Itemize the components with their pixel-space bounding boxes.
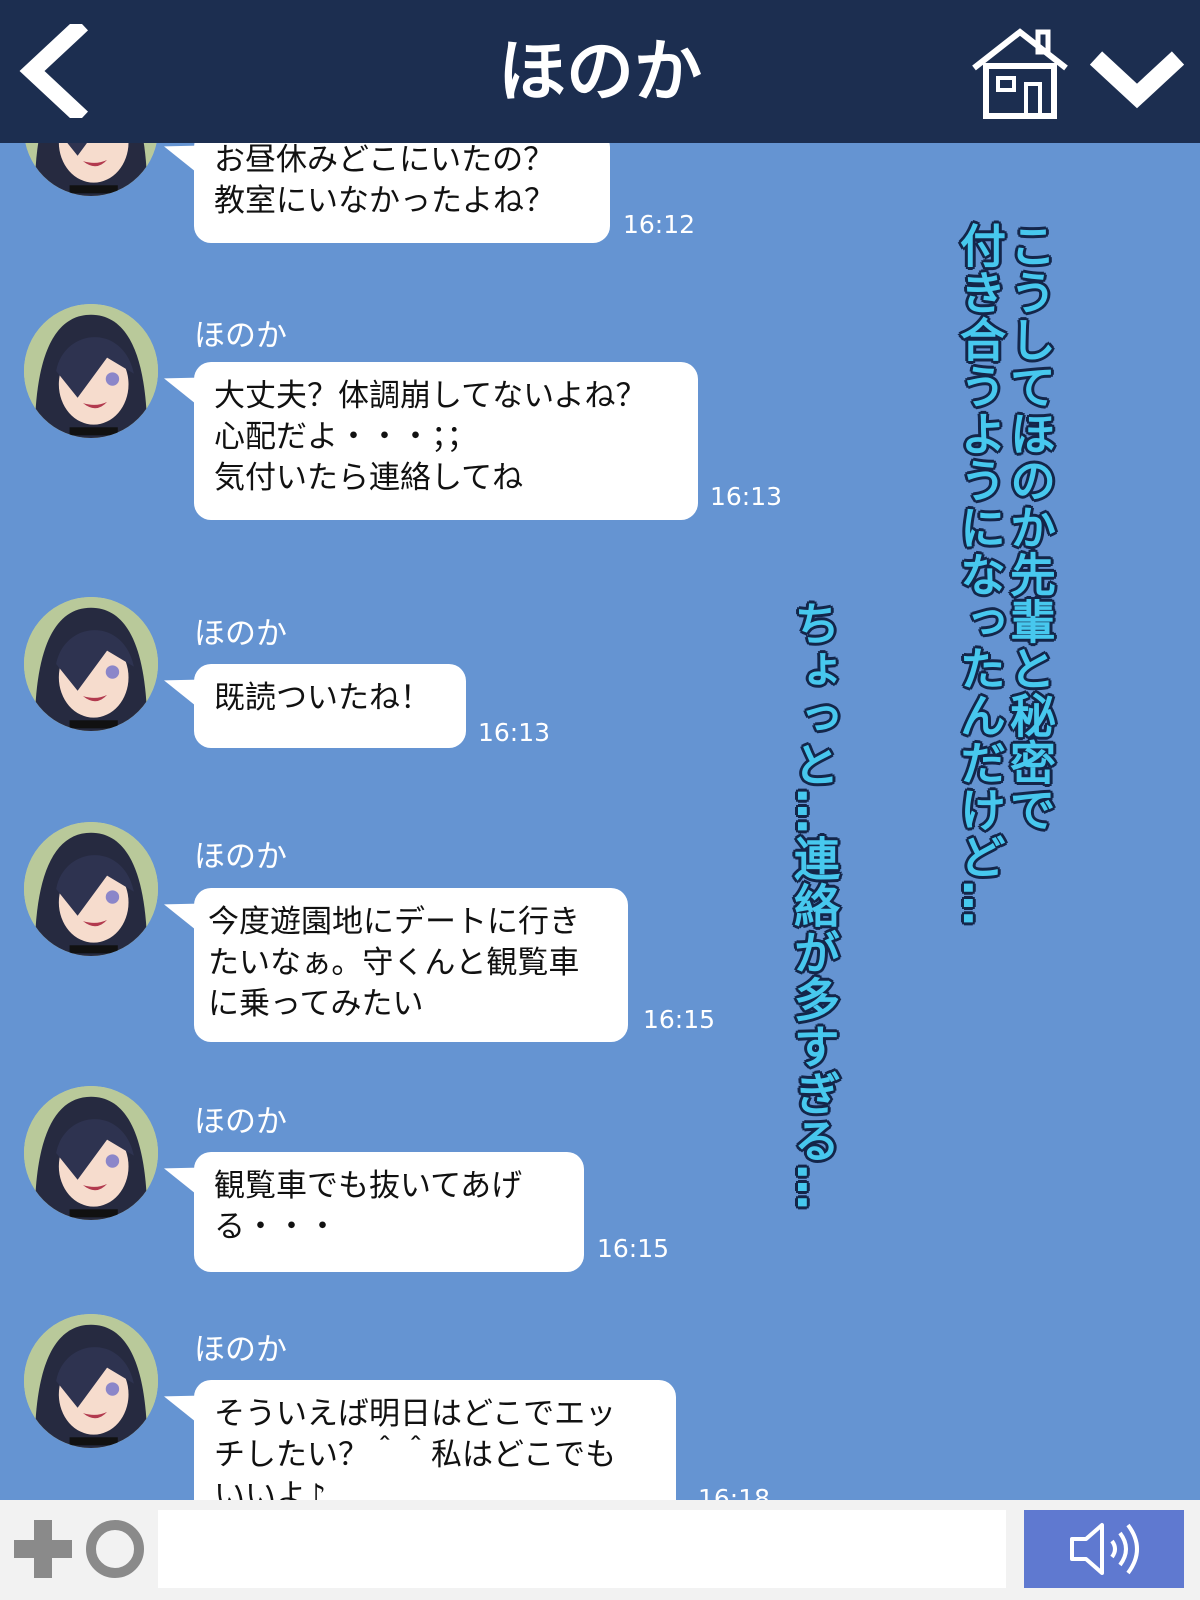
message-line: る・・・ <box>214 1209 338 1245</box>
chevron-left-icon[interactable] <box>18 24 88 118</box>
message-time: 16:15 <box>597 1234 670 1263</box>
avatar[interactable] <box>24 1314 158 1448</box>
avatar[interactable] <box>24 304 158 438</box>
chat-header: ほのか <box>0 0 1200 143</box>
plus-icon[interactable] <box>12 1518 74 1580</box>
message-line: たいなぁ。守くんと観覧車 <box>208 945 580 981</box>
home-icon[interactable] <box>968 26 1072 120</box>
avatar[interactable] <box>24 597 158 731</box>
message-bubble[interactable]: 大丈夫？体調崩してないよね？ 心配だよ・・・；； 気付いたら連絡してね <box>194 362 698 520</box>
sender-name: ほのか <box>194 1332 287 1368</box>
message-line: チしたい？＾＾私はどこでも <box>214 1437 617 1473</box>
message-line: 今度遊園地にデートに行き <box>208 904 580 940</box>
message-bubble[interactable]: お昼休みどこにいたの？ 教室にいなかったよね？ <box>194 130 610 243</box>
message-line: 既読ついたね！ <box>214 680 431 716</box>
avatar-image <box>24 1314 158 1448</box>
avatar-image <box>24 1086 158 1220</box>
message-bubble[interactable]: 観覧車でも抜いてあげ る・・・ <box>194 1152 584 1272</box>
message-line: そういえば明日はどこでエッ <box>214 1396 617 1432</box>
input-bar <box>0 1500 1200 1600</box>
message-time: 16:13 <box>710 482 783 511</box>
message-time: 16:13 <box>478 718 551 747</box>
message-time: 16:15 <box>643 1005 716 1034</box>
message-line: 教室にいなかったよね？ <box>214 183 555 219</box>
message-input[interactable] <box>158 1510 1006 1588</box>
avatar-image <box>24 597 158 731</box>
avatar-image <box>24 822 158 956</box>
message-line: 気付いたら連絡してね <box>214 460 524 496</box>
message-line: に乗ってみたい <box>208 986 424 1022</box>
sender-name: ほのか <box>194 1104 287 1140</box>
message-bubble[interactable]: 今度遊園地にデートに行き たいなぁ。守くんと観覧車 に乗ってみたい <box>194 888 628 1042</box>
speaker-button[interactable] <box>1024 1510 1184 1588</box>
narration-line-3: ちょっと…連絡が多すぎる… <box>786 599 842 1212</box>
message-bubble[interactable]: 既読ついたね！ <box>194 664 466 748</box>
circle-icon[interactable] <box>84 1518 146 1580</box>
avatar[interactable] <box>24 822 158 956</box>
speaker-icon <box>1070 1523 1139 1575</box>
sender-name: ほのか <box>194 616 287 652</box>
message-line: 大丈夫？体調崩してないよね？ <box>214 378 647 414</box>
message-line: 心配だよ・・・；； <box>214 419 478 455</box>
message-line: お昼休みどこにいたの？ <box>214 142 555 178</box>
sender-name: ほのか <box>194 318 287 354</box>
avatar-image <box>24 304 158 438</box>
message-line: 観覧車でも抜いてあげ <box>214 1168 523 1204</box>
message-time: 16:12 <box>623 210 696 239</box>
avatar[interactable] <box>24 1086 158 1220</box>
sender-name: ほのか <box>194 839 287 875</box>
narration-line-1: こうしてほのか先輩と秘密で <box>1002 221 1058 834</box>
narration-line-2: 付き合うようになったんだけど… <box>952 221 1008 928</box>
chevron-down-icon[interactable] <box>1090 44 1184 118</box>
